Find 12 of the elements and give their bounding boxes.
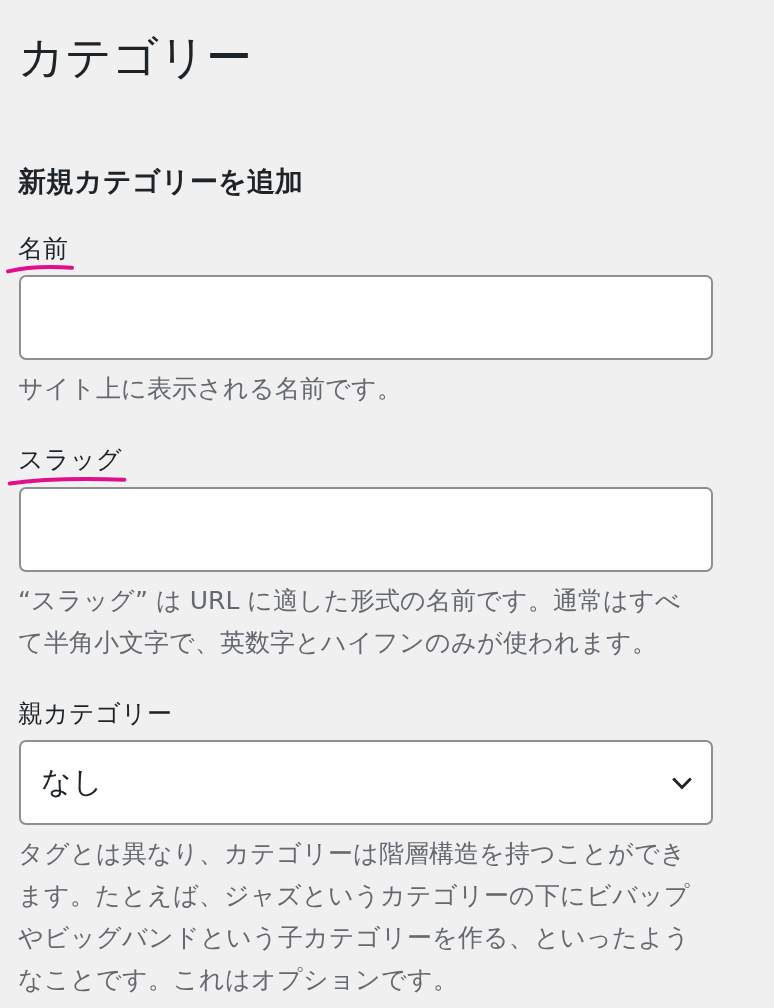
help-text: サイト上に表示される名前です。 xyxy=(18,373,403,406)
field-label: 名前 xyxy=(18,232,68,265)
input-field[interactable] xyxy=(19,275,713,361)
dropdown[interactable]: なし xyxy=(19,740,713,826)
page-title: カテゴリー xyxy=(18,30,253,86)
field-label: 親カテゴリー xyxy=(18,697,172,730)
section-title: 新規カテゴリーを追加 xyxy=(18,165,304,199)
help-text: “スラッグ” は URL に適した形式の名前です。通常はすべて半角小文字で、英数字とハイフンのみが使われます。 xyxy=(18,584,683,659)
help-text: タグとは異なり、カテゴリーは階層構造を持つことができます。たとえば、ジャズというカテゴリーの下にビバップやビッグバンドという子カテゴリーを作る、といったようなことです。これはオプションです。 xyxy=(18,838,691,997)
input-field[interactable] xyxy=(19,486,713,572)
chevron-down-icon xyxy=(671,775,693,790)
field-label: スラッグ xyxy=(18,444,122,477)
